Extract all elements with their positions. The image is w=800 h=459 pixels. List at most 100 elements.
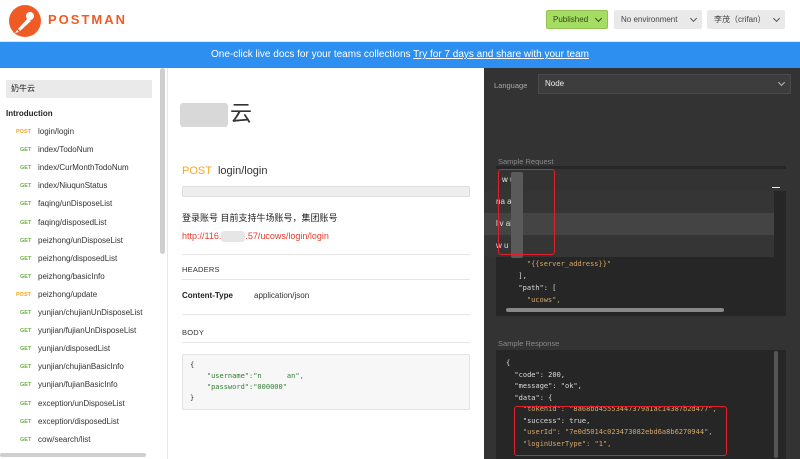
sidebar-request-item[interactable]: GET peizhong/basicInfo [0, 268, 160, 286]
divider [182, 342, 470, 343]
sidebar-request-item[interactable]: GET index/NiuqunStatus [0, 177, 160, 195]
published-label: Published [553, 15, 589, 24]
request-horizontal-scrollbar[interactable] [506, 308, 724, 312]
sidebar-introduction[interactable]: Introduction [6, 109, 53, 118]
sidebar-request-item[interactable]: GET yunjian/chujianUnDisposeList [0, 304, 160, 322]
code-line: } [190, 394, 195, 402]
request-code: "{{server_address}}" ], "path": [ "ucows… [496, 258, 786, 313]
sidebar: 奶牛云 Introduction POST login/login GET index… [0, 68, 168, 459]
code-line: "ucows", [510, 296, 561, 304]
request-label: peizhong/unDisposeList [38, 235, 123, 245]
sidebar-request-item[interactable]: GET exception/disposedList [0, 413, 160, 431]
environment-select[interactable]: No environment [614, 10, 702, 29]
method-badge: GET [20, 219, 32, 226]
environment-label: No environment [621, 15, 678, 24]
postman-logo-icon[interactable] [8, 4, 42, 38]
sidebar-request-item[interactable]: GET yunjian/disposedList [0, 340, 160, 358]
method-badge: GET [20, 400, 32, 407]
request-label: cow/search/list [38, 434, 91, 444]
request-label: faqing/disposedList [38, 217, 107, 227]
page-title-suffix: 云 [230, 101, 253, 126]
sidebar-horizontal-scrollbar[interactable] [0, 453, 146, 457]
request-label: index/NiuqunStatus [38, 181, 108, 191]
user-menu[interactable]: 李茂（crifan） [707, 10, 785, 29]
request-endpoint: login/login [217, 165, 268, 177]
language-select[interactable]: Node [538, 74, 791, 94]
sidebar-request-item[interactable]: POST login/login [0, 123, 160, 141]
sidebar-request-item[interactable]: GET yunjian/fujianBasicInfo [0, 376, 160, 394]
sidebar-request-item[interactable]: GET index/TodoNum [0, 141, 160, 159]
banner-text: One-click live docs for your teams colle… [211, 49, 414, 60]
text-cursor [772, 187, 780, 188]
method-badge: GET [20, 364, 32, 371]
code-line: "password":"000000" [190, 383, 287, 391]
banner-trial-link[interactable]: Try for 7 days and share with your team [413, 49, 589, 60]
headers-heading: HEADERS [182, 265, 220, 274]
url-prefix: http://116. [182, 231, 222, 241]
code-line: "path": [ [510, 284, 557, 292]
sidebar-request-item[interactable]: GET exception/unDisposeList [0, 395, 160, 413]
sidebar-request-item[interactable]: GET yunjian/chujianBasicInfo [0, 358, 160, 376]
method-badge: GET [20, 147, 32, 154]
method-badge: GET [20, 310, 32, 316]
method-badge: GET [20, 346, 32, 353]
promo-banner: One-click live docs for your teams colle… [0, 42, 800, 68]
request-label: yunjian/disposedList [38, 344, 111, 354]
method-badge: POST [16, 129, 31, 135]
collection-title[interactable]: 奶牛云 [6, 80, 152, 98]
sidebar-request-item[interactable]: GET index/CurMonthTodoNum [0, 159, 160, 177]
method-badge: GET [20, 183, 32, 190]
request-label: peizhong/basicInfo [38, 271, 105, 281]
request-label: peizhong/update [38, 289, 98, 299]
code-panel: Language Node Sample Request w u ▾ na an… [484, 68, 800, 459]
request-label: exception/disposedList [38, 416, 119, 426]
method-badge: GET [20, 436, 32, 443]
redacted-text [180, 103, 228, 128]
sidebar-request-item[interactable]: GET yunjian/fujianUnDisposeList [0, 322, 160, 340]
method-badge: GET [20, 165, 32, 172]
code-line: ], [510, 272, 527, 280]
language-label: Language [494, 81, 528, 90]
user-label: 李茂（crifan） [714, 15, 766, 24]
request-label: index/CurMonthTodoNum [38, 163, 129, 173]
request-label: exception/unDisposeList [38, 398, 125, 408]
redacted-text [221, 231, 246, 243]
method-badge: GET [20, 328, 32, 335]
sidebar-request-item[interactable]: GET cow/search/list [0, 431, 160, 449]
sidebar-scrollbar[interactable] [160, 68, 165, 254]
request-label: yunjian/chujianUnDisposeList [38, 308, 143, 317]
sidebar-request-item[interactable]: GET peizhong/disposedList [0, 250, 160, 268]
url-suffix: .57/ucows/login/login [245, 231, 329, 241]
top-bar: POSTMAN Published No environment 李茂（crif… [0, 0, 800, 42]
request-title: POST login/login [182, 165, 268, 177]
response-scrollbar[interactable] [774, 351, 778, 458]
request-label: faqing/unDisposeList [38, 199, 113, 209]
header-value: application/json [254, 291, 310, 300]
divider [182, 254, 470, 255]
chevron-down-icon [772, 14, 781, 23]
request-label: index/TodoNum [38, 145, 94, 155]
method-badge: GET [20, 201, 32, 208]
request-body-code: { "username":"n an", "password":"000000"… [182, 354, 470, 410]
sidebar-request-item[interactable]: POST peizhong/update [0, 286, 160, 304]
sidebar-request-item[interactable]: GET faqing/disposedList [0, 214, 160, 232]
request-label: yunjian/fujianBasicInfo [38, 380, 118, 390]
highlight-box [514, 406, 727, 456]
sample-response-label: Sample Response [498, 339, 560, 348]
request-label: yunjian/chujianBasicInfo [38, 362, 124, 372]
code-line: "username":"n an", [190, 372, 304, 380]
highlight-box [498, 169, 555, 255]
method-badge: GET [20, 255, 32, 262]
code-line: "message": "ok", [506, 382, 582, 390]
request-label: peizhong/disposedList [38, 253, 118, 263]
code-line: "{{server_address}}" [510, 260, 612, 268]
sidebar-request-item[interactable]: GET peizhong/unDisposeList [0, 232, 160, 250]
published-button[interactable]: Published [546, 10, 608, 29]
request-description: 登录账号 目前支持牛场账号，集团账号 [182, 213, 338, 223]
method-badge: GET [20, 382, 32, 389]
code-line: "code": 200, [506, 370, 566, 379]
sidebar-request-item[interactable]: GET faqing/unDisposeList [0, 195, 160, 213]
page-title: 云 [180, 96, 252, 128]
body-heading: BODY [182, 328, 205, 337]
request-method: POST [182, 165, 212, 177]
